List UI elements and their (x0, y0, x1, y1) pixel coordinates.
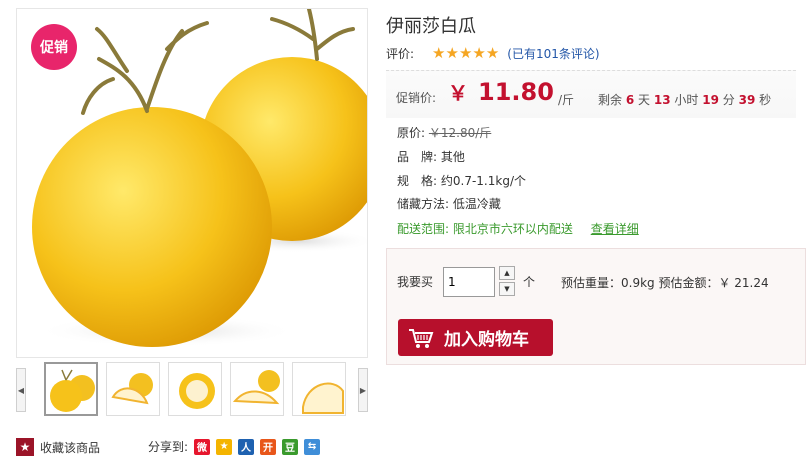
brand-label: 品 牌: (397, 150, 438, 164)
favorite-star-icon: ★ (16, 438, 34, 456)
thumbnail-5[interactable] (292, 362, 346, 416)
countdown-timer: 剩余 6 天 13 小时 19 分 39 秒 (598, 91, 771, 108)
thumb-prev-button[interactable]: ◀ (16, 368, 26, 412)
product-title: 伊丽莎白瓜 (386, 16, 476, 37)
msn-icon[interactable]: ⇆ (304, 438, 321, 455)
favorite-link[interactable]: ★ 收藏该商品 (16, 438, 100, 456)
weibo-icon[interactable]: 微 (194, 438, 211, 455)
countdown-minutes-unit: 分 (722, 93, 735, 107)
thumbnail-3[interactable] (168, 362, 222, 416)
product-main-image[interactable]: 促销 (16, 8, 368, 358)
countdown-prefix: 剩余 (598, 93, 623, 107)
thumbnail-strip: ◀ ▶ (16, 362, 368, 418)
spec-label: 规 格: (397, 174, 438, 188)
brand-value: 其他 (440, 150, 465, 164)
countdown-hours-unit: 小时 (674, 93, 699, 107)
promo-badge: 促销 (31, 24, 77, 70)
thumb-melon-image (111, 373, 153, 405)
storage-row: 储藏方法: 低温冷藏 (397, 195, 501, 212)
douban-icon[interactable]: 豆 (282, 438, 299, 455)
rating-stars-icon: ★★★★★ (432, 44, 500, 62)
price-box: 促销价: ￥ 11.80 /斤 剩余 6 天 13 小时 19 分 39 秒 (386, 70, 796, 118)
countdown-seconds-unit: 秒 (759, 93, 772, 107)
share-bar: 分享到: 微 ★ 人开豆 ⇆ (148, 438, 326, 455)
share-label: 分享到: (148, 440, 189, 454)
rating-row: 评价: ★★★★★ (已有101条评论) (386, 44, 600, 62)
quantity-up-button[interactable]: ▲ (499, 266, 515, 280)
thumb-melon-image (50, 369, 95, 412)
rating-label: 评价: (386, 46, 415, 61)
thumb-melon-image (302, 382, 344, 414)
spec-row: 规 格: 约0.7-1.1kg/个 (397, 172, 526, 189)
price-unit: /斤 (558, 93, 575, 107)
add-to-cart-label: 加入购物车 (444, 330, 529, 350)
delivery-value: 限北京市六环以内配送 (452, 222, 573, 236)
delivery-row: 配送范围: 限北京市六环以内配送 查看详细 (397, 220, 639, 237)
price-value: 11.80 (478, 78, 554, 106)
add-to-cart-button[interactable]: 加入购物车 (398, 319, 553, 356)
brand-row: 品 牌: 其他 (397, 148, 465, 165)
original-price-value: ￥12.80/斤 (428, 126, 492, 140)
review-count-link[interactable]: (已有101条评论) (507, 45, 599, 62)
quantity-unit: 个 (523, 275, 536, 289)
countdown-seconds: 39 (738, 93, 756, 107)
thumb-next-button[interactable]: ▶ (358, 368, 368, 412)
countdown-hours: 13 (653, 93, 671, 107)
promo-price: ￥ 11.80 (448, 77, 554, 106)
buy-box: 我要买 ▲ ▼ 个 预估重量：0.9kg 预估金额：￥ 21.24 加入购物车 (386, 248, 806, 365)
price-currency: ￥ (448, 81, 468, 105)
storage-value: 低温冷藏 (452, 197, 501, 211)
storage-label: 储藏方法: (397, 197, 450, 211)
renren-icon[interactable]: 人 (238, 438, 255, 455)
countdown-days-unit: 天 (638, 93, 651, 107)
view-details-link[interactable]: 查看详细 (591, 222, 639, 236)
delivery-label: 配送范围: (397, 222, 450, 236)
thumbnail-4[interactable] (230, 362, 284, 416)
promo-price-label: 促销价: (396, 91, 437, 105)
countdown-minutes: 19 (702, 93, 719, 107)
qzone-icon[interactable]: ★ (216, 438, 233, 455)
favorite-label: 收藏该商品 (40, 440, 101, 455)
thumb-melon-image (179, 373, 215, 409)
cart-icon (409, 328, 434, 348)
estimate-text: 预估重量：0.9kg 预估金额：￥ 21.24 (561, 276, 769, 290)
original-price-row: 原价: ￥12.80/斤 (397, 124, 491, 141)
original-price-label: 原价: (397, 126, 426, 140)
thumbnail-2[interactable] (106, 362, 160, 416)
kaixin-icon[interactable]: 开 (260, 438, 277, 455)
quantity-input[interactable] (443, 267, 495, 297)
thumb-melon-image (232, 370, 280, 405)
quantity-down-button[interactable]: ▼ (499, 282, 515, 296)
spec-value: 约0.7-1.1kg/个 (440, 174, 526, 188)
thumbnail-1[interactable] (44, 362, 98, 416)
quantity-label: 我要买 (397, 275, 434, 289)
countdown-days: 6 (625, 93, 635, 107)
